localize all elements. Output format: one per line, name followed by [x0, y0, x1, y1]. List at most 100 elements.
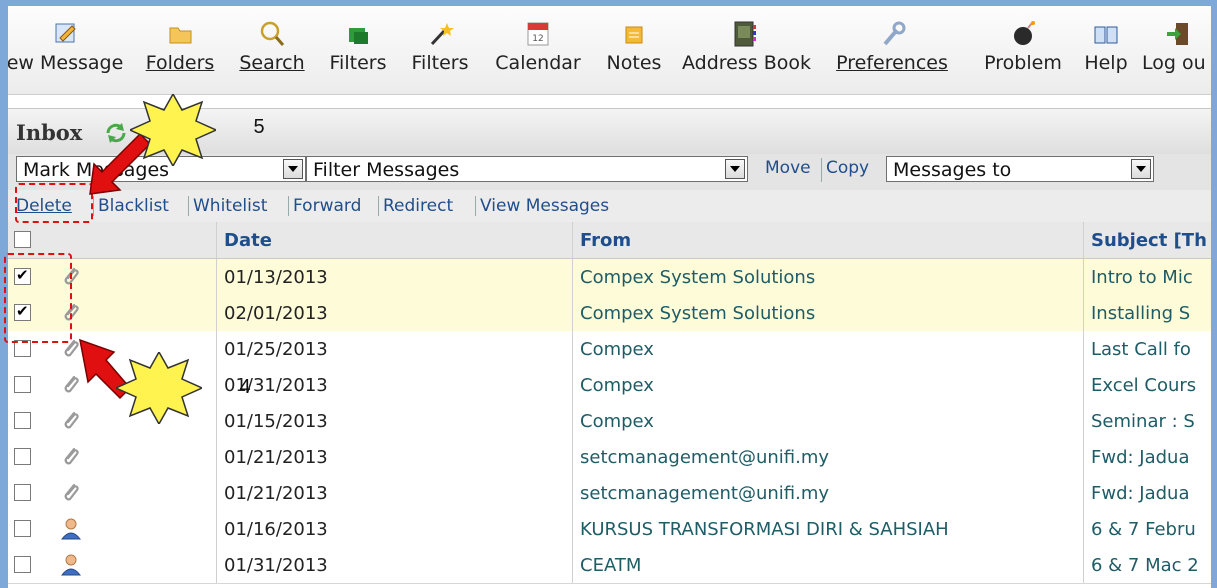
- step-5-number: 5: [253, 116, 265, 138]
- row-subject[interactable]: Last Call fo: [1091, 339, 1217, 360]
- row-from[interactable]: Compex: [580, 339, 654, 360]
- contact-person-icon: [60, 517, 82, 541]
- toolbar-filters[interactable]: Filters: [324, 20, 392, 74]
- move-link[interactable]: Move: [765, 158, 811, 178]
- row-from[interactable]: Compex System Solutions: [580, 267, 815, 288]
- paperclip-icon: [60, 481, 82, 505]
- search-icon: [257, 20, 287, 48]
- paperclip-icon: [60, 409, 82, 433]
- column-divider: [216, 547, 217, 583]
- folder-icon: [165, 20, 195, 48]
- row-date: 02/01/2013: [224, 303, 328, 324]
- row-subject[interactable]: Seminar : S: [1091, 411, 1217, 432]
- whitelist-link[interactable]: Whitelist: [193, 196, 267, 216]
- column-divider: [572, 439, 573, 475]
- row-checkbox[interactable]: [14, 556, 31, 573]
- table-row[interactable]: 01/21/2013 setcmanagement@unifi.my Fwd: Ja…: [8, 439, 1211, 476]
- filter-messages-select[interactable]: Filter Messages: [306, 156, 748, 182]
- row-from[interactable]: Compex: [580, 411, 654, 432]
- toolbar-folders[interactable]: Folders: [142, 20, 218, 74]
- column-divider: [216, 295, 217, 331]
- toolbar-label-calendar: Calendar: [495, 52, 581, 74]
- copy-link[interactable]: Copy: [826, 158, 869, 178]
- column-divider: [572, 259, 573, 295]
- view-messages-link[interactable]: View Messages: [480, 196, 609, 216]
- column-header-date[interactable]: Date: [224, 230, 272, 251]
- table-row[interactable]: 01/31/2013 CEATM 6 & 7 Mac 2: [8, 547, 1211, 584]
- column-divider: [1083, 511, 1084, 547]
- messages-to-value: Messages to: [893, 159, 1012, 181]
- toolbar-label-filters-2: Filters: [411, 52, 469, 74]
- redirect-link[interactable]: Redirect: [383, 196, 453, 216]
- row-subject[interactable]: 6 & 7 Mac 2: [1091, 555, 1217, 576]
- row-from[interactable]: KURSUS TRANSFORMASI DIRI & SAHSIAH: [580, 519, 949, 540]
- column-divider: [572, 511, 573, 547]
- column-divider: [216, 439, 217, 475]
- toolbar-address-book[interactable]: Address Book: [682, 20, 811, 74]
- row-from[interactable]: Compex System Solutions: [580, 303, 815, 324]
- row-from[interactable]: CEATM: [580, 555, 641, 576]
- row-checkbox[interactable]: [14, 448, 31, 465]
- column-divider: [216, 222, 217, 258]
- row-subject[interactable]: Fwd: Jadua: [1091, 483, 1217, 504]
- column-header-subject[interactable]: Subject [Th: [1091, 230, 1211, 251]
- column-divider: [1083, 331, 1084, 367]
- row-from[interactable]: Compex: [580, 375, 654, 396]
- toolbar-calendar[interactable]: 12 Calendar: [490, 20, 586, 74]
- row-subject[interactable]: Excel Cours: [1091, 375, 1217, 396]
- column-divider: [1083, 439, 1084, 475]
- row-checkbox[interactable]: [14, 412, 31, 429]
- row-subject[interactable]: Installing S: [1091, 303, 1217, 324]
- column-divider: [1083, 475, 1084, 511]
- row-checkbox[interactable]: [14, 484, 31, 501]
- column-divider: [1083, 547, 1084, 583]
- chevron-down-icon[interactable]: [283, 159, 303, 179]
- row-date: 01/25/2013: [224, 339, 328, 360]
- toolbar-label-folders: Folders: [145, 52, 215, 74]
- row-checkbox[interactable]: [14, 376, 31, 393]
- column-divider: [572, 547, 573, 583]
- wrench-icon: [877, 20, 907, 48]
- filter-icon: [343, 20, 373, 48]
- table-row[interactable]: 01/21/2013 setcmanagement@unifi.my Fwd: Ja…: [8, 475, 1211, 512]
- column-divider: [572, 331, 573, 367]
- calendar-icon: 12: [523, 20, 553, 48]
- toolbar-label-help: Help: [1084, 52, 1128, 74]
- column-divider: [572, 295, 573, 331]
- toolbar-problem[interactable]: Problem: [978, 20, 1068, 74]
- messages-to-select[interactable]: Messages to: [886, 156, 1154, 182]
- column-divider: [216, 403, 217, 439]
- row-date: 01/13/2013: [224, 267, 328, 288]
- toolbar-new-message[interactable]: ew Message: [8, 20, 128, 74]
- column-divider: [572, 222, 573, 258]
- separator: [378, 196, 379, 216]
- step-5-callout: 5: [128, 92, 265, 168]
- row-subject[interactable]: Fwd: Jadua: [1091, 447, 1217, 468]
- table-row[interactable]: 01/16/2013 KURSUS TRANSFORMASI DIRI & SAH…: [8, 511, 1211, 548]
- forward-link[interactable]: Forward: [293, 196, 361, 216]
- toolbar-logout[interactable]: Log ou: [1142, 20, 1211, 74]
- column-divider: [216, 475, 217, 511]
- select-all-checkbox[interactable]: [14, 231, 31, 248]
- column-divider: [216, 331, 217, 367]
- row-from[interactable]: setcmanagement@unifi.my: [580, 483, 829, 504]
- table-row[interactable]: 01/13/2013Compex System SolutionsIntro t…: [8, 259, 1211, 296]
- row-checkbox[interactable]: [14, 520, 31, 537]
- table-header: Date From Subject [Th: [8, 222, 1211, 259]
- toolbar-help[interactable]: Help: [1080, 20, 1132, 74]
- column-header-from[interactable]: From: [580, 230, 631, 251]
- row-date: 01/21/2013: [224, 483, 328, 504]
- column-divider: [572, 475, 573, 511]
- toolbar-notes[interactable]: Notes: [600, 20, 668, 74]
- row-from[interactable]: setcmanagement@unifi.my: [580, 447, 829, 468]
- toolbar-label-notes: Notes: [606, 52, 662, 74]
- logout-door-icon: [1164, 20, 1194, 48]
- toolbar-search[interactable]: Search: [234, 20, 310, 74]
- table-row[interactable]: 02/01/2013Compex System SolutionsInstall…: [8, 295, 1211, 332]
- chevron-down-icon[interactable]: [725, 159, 745, 179]
- row-subject[interactable]: Intro to Mic: [1091, 267, 1217, 288]
- toolbar-filters-2[interactable]: Filters: [406, 20, 474, 74]
- row-subject[interactable]: 6 & 7 Febru: [1091, 519, 1217, 540]
- toolbar-preferences[interactable]: Preferences: [818, 20, 966, 74]
- chevron-down-icon[interactable]: [1131, 159, 1151, 179]
